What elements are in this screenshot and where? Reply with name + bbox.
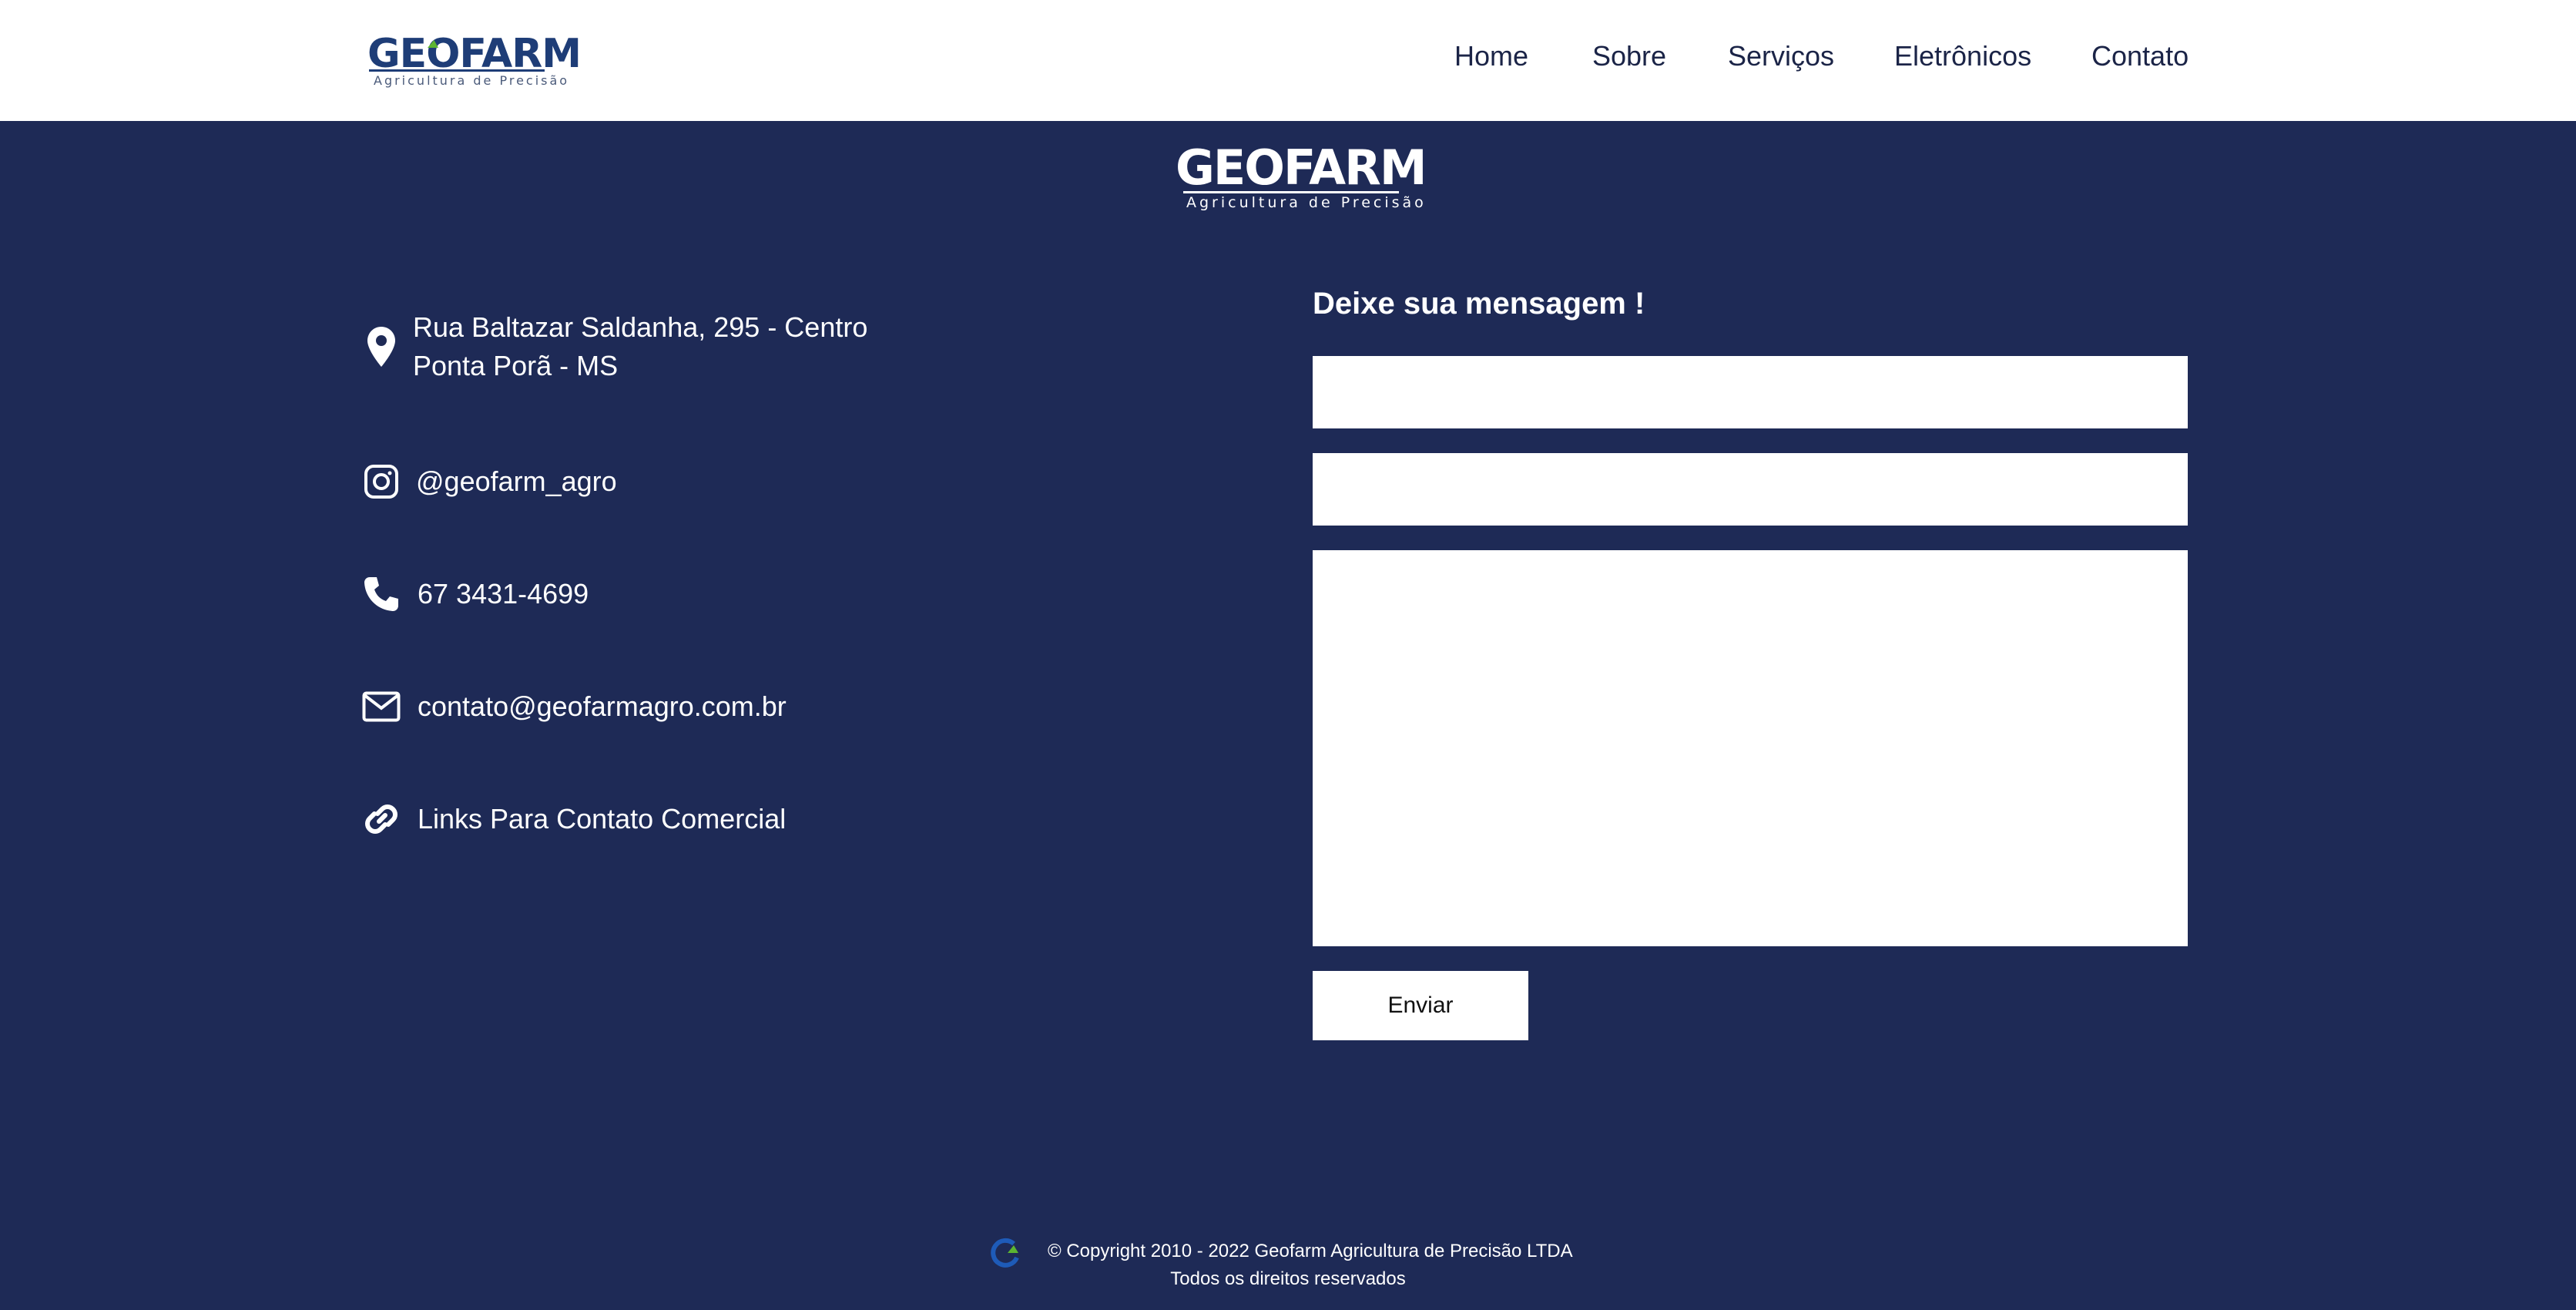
instagram-icon bbox=[362, 462, 401, 501]
location-pin-icon bbox=[362, 327, 401, 367]
phone-number[interactable]: 67 3431-4699 bbox=[418, 575, 589, 613]
rights-reserved-text: Todos os direitos reservados bbox=[1170, 1268, 1406, 1289]
link-icon bbox=[362, 800, 401, 838]
nav-item-contato[interactable]: Contato bbox=[2091, 40, 2189, 72]
envelope-icon bbox=[362, 687, 401, 726]
email-address[interactable]: contato@geofarmagro.com.br bbox=[418, 687, 787, 726]
address-line-2: Ponta Porã - MS bbox=[413, 350, 619, 381]
contact-phone[interactable]: 67 3431-4699 bbox=[362, 575, 589, 613]
top-navigation-bar: GEOFARM Agricultura de Precisão Home Sob… bbox=[0, 0, 2576, 121]
footer-logo-icon bbox=[991, 1238, 1021, 1268]
contact-commercial-links[interactable]: Links Para Contato Comercial bbox=[362, 800, 786, 838]
contact-email[interactable]: contato@geofarmagro.com.br bbox=[362, 687, 787, 726]
nav-item-servicos[interactable]: Serviços bbox=[1728, 40, 1834, 72]
nav-item-eletronicos[interactable]: Eletrônicos bbox=[1894, 40, 2031, 72]
contact-address: Rua Baltazar Saldanha, 295 - Centro Pont… bbox=[362, 308, 867, 385]
contact-logo-tagline: Agricultura de Precisão bbox=[1186, 194, 1427, 211]
name-field[interactable] bbox=[1313, 356, 2188, 428]
main-nav: Home Sobre Serviços Eletrônicos Contato bbox=[0, 40, 2576, 79]
commercial-links-text[interactable]: Links Para Contato Comercial bbox=[418, 800, 786, 838]
contact-instagram[interactable]: @geofarm_agro bbox=[362, 462, 617, 501]
message-textarea[interactable] bbox=[1313, 550, 2188, 946]
address-line-1: Rua Baltazar Saldanha, 295 - Centro bbox=[413, 311, 868, 343]
nav-item-sobre[interactable]: Sobre bbox=[1592, 40, 1666, 72]
email-field[interactable] bbox=[1313, 453, 2188, 526]
contact-section-logo: GEOFARM Agricultura de Precisão bbox=[1176, 140, 1427, 217]
contact-logo-underline bbox=[1183, 191, 1399, 193]
contact-logo-wordmark: GEOFARM bbox=[1176, 139, 1427, 196]
nav-item-home[interactable]: Home bbox=[1454, 40, 1528, 72]
phone-icon bbox=[362, 575, 401, 613]
form-title: Deixe sua mensagem ! bbox=[1313, 287, 1645, 321]
send-button[interactable]: Enviar bbox=[1313, 971, 1528, 1040]
instagram-handle[interactable]: @geofarm_agro bbox=[416, 462, 617, 501]
copyright-text: © Copyright 2010 - 2022 Geofarm Agricult… bbox=[1048, 1241, 1573, 1261]
